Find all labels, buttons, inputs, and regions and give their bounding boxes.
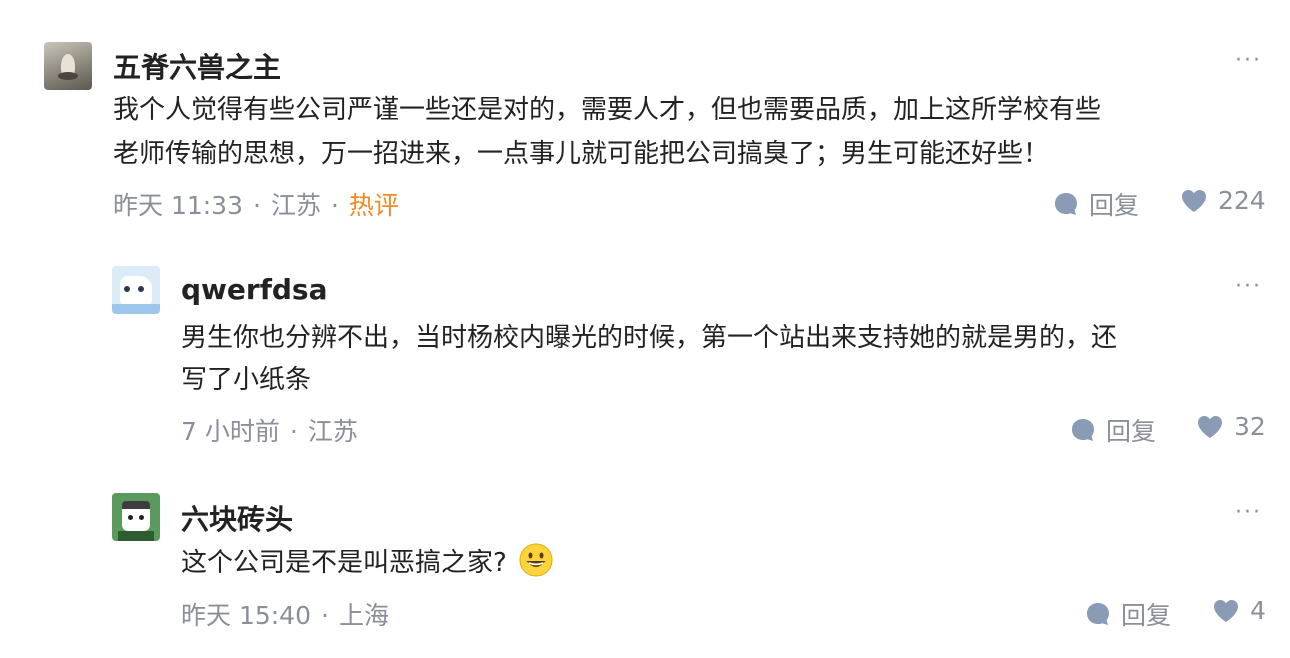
comment-meta: 昨天 15:40 · 上海 bbox=[181, 596, 389, 632]
comment-username[interactable]: 六块砖头 bbox=[181, 498, 293, 538]
comment-meta: 昨天 11:33 · 江苏 · 热评 bbox=[113, 186, 399, 222]
comment-username[interactable]: 五脊六兽之主 bbox=[113, 46, 281, 86]
more-options-button[interactable]: ··· bbox=[1235, 48, 1262, 73]
comment-location: 江苏 bbox=[307, 417, 358, 446]
like-count: 4 bbox=[1250, 596, 1266, 625]
comment-time: 昨天 11:33 bbox=[113, 191, 243, 220]
reply-button[interactable]: 回复 bbox=[1085, 596, 1171, 632]
more-options-button[interactable]: ··· bbox=[1235, 500, 1262, 525]
avatar[interactable] bbox=[44, 42, 92, 90]
like-button[interactable]: 32 bbox=[1196, 412, 1266, 441]
reply-label: 回复 bbox=[1121, 601, 1172, 630]
like-count: 32 bbox=[1234, 412, 1266, 441]
grinning-face-emoji bbox=[519, 543, 553, 577]
avatar[interactable] bbox=[112, 266, 160, 314]
heart-icon bbox=[1182, 189, 1206, 212]
comment-text-line: 老师传输的思想，万一招进来，一点事儿就可能把公司搞臭了；男生可能还好些！ bbox=[113, 139, 1050, 169]
comment-location: 江苏 bbox=[270, 191, 321, 220]
comment-bubble-icon bbox=[1072, 419, 1094, 441]
comment-location: 上海 bbox=[338, 601, 389, 630]
comment-text-line: 男生你也分辨不出，当时杨校内曝光的时候，第一个站出来支持她的就是男的，还 bbox=[181, 323, 1118, 353]
reply-button[interactable]: 回复 bbox=[1070, 412, 1156, 448]
like-button[interactable]: 4 bbox=[1212, 596, 1266, 625]
comment-meta: 7 小时前 · 江苏 bbox=[181, 412, 358, 448]
separator-dot: · bbox=[321, 601, 329, 630]
heart-icon bbox=[1214, 599, 1238, 622]
comment-text-line: 这个公司是不是叫恶搞之家? bbox=[181, 548, 507, 578]
separator-dot: · bbox=[330, 191, 339, 220]
comment-time: 昨天 15:40 bbox=[181, 601, 311, 630]
comment-text: 这个公司是不是叫恶搞之家? bbox=[181, 541, 553, 585]
comment-text-line: 我个人觉得有些公司严谨一些还是对的，需要人才，但也需要品质，加上这所学校有些 bbox=[113, 95, 1102, 125]
separator-dot: · bbox=[253, 191, 261, 220]
comment-username[interactable]: qwerfdsa bbox=[181, 273, 328, 306]
heart-icon bbox=[1198, 415, 1222, 438]
hot-comment-badge: 热评 bbox=[348, 191, 399, 220]
more-options-button[interactable]: ··· bbox=[1235, 274, 1262, 299]
separator-dot: · bbox=[289, 417, 298, 446]
reply-label: 回复 bbox=[1089, 191, 1140, 220]
reply-button[interactable]: 回复 bbox=[1053, 186, 1139, 222]
like-count: 224 bbox=[1218, 186, 1266, 215]
comment-bubble-icon bbox=[1087, 603, 1109, 625]
reply-label: 回复 bbox=[1106, 417, 1157, 446]
comment-bubble-icon bbox=[1055, 193, 1077, 215]
comment-text-line: 写了小纸条 bbox=[181, 365, 312, 395]
comment-time: 7 小时前 bbox=[181, 417, 280, 446]
like-button[interactable]: 224 bbox=[1180, 186, 1266, 215]
avatar[interactable] bbox=[112, 493, 160, 541]
